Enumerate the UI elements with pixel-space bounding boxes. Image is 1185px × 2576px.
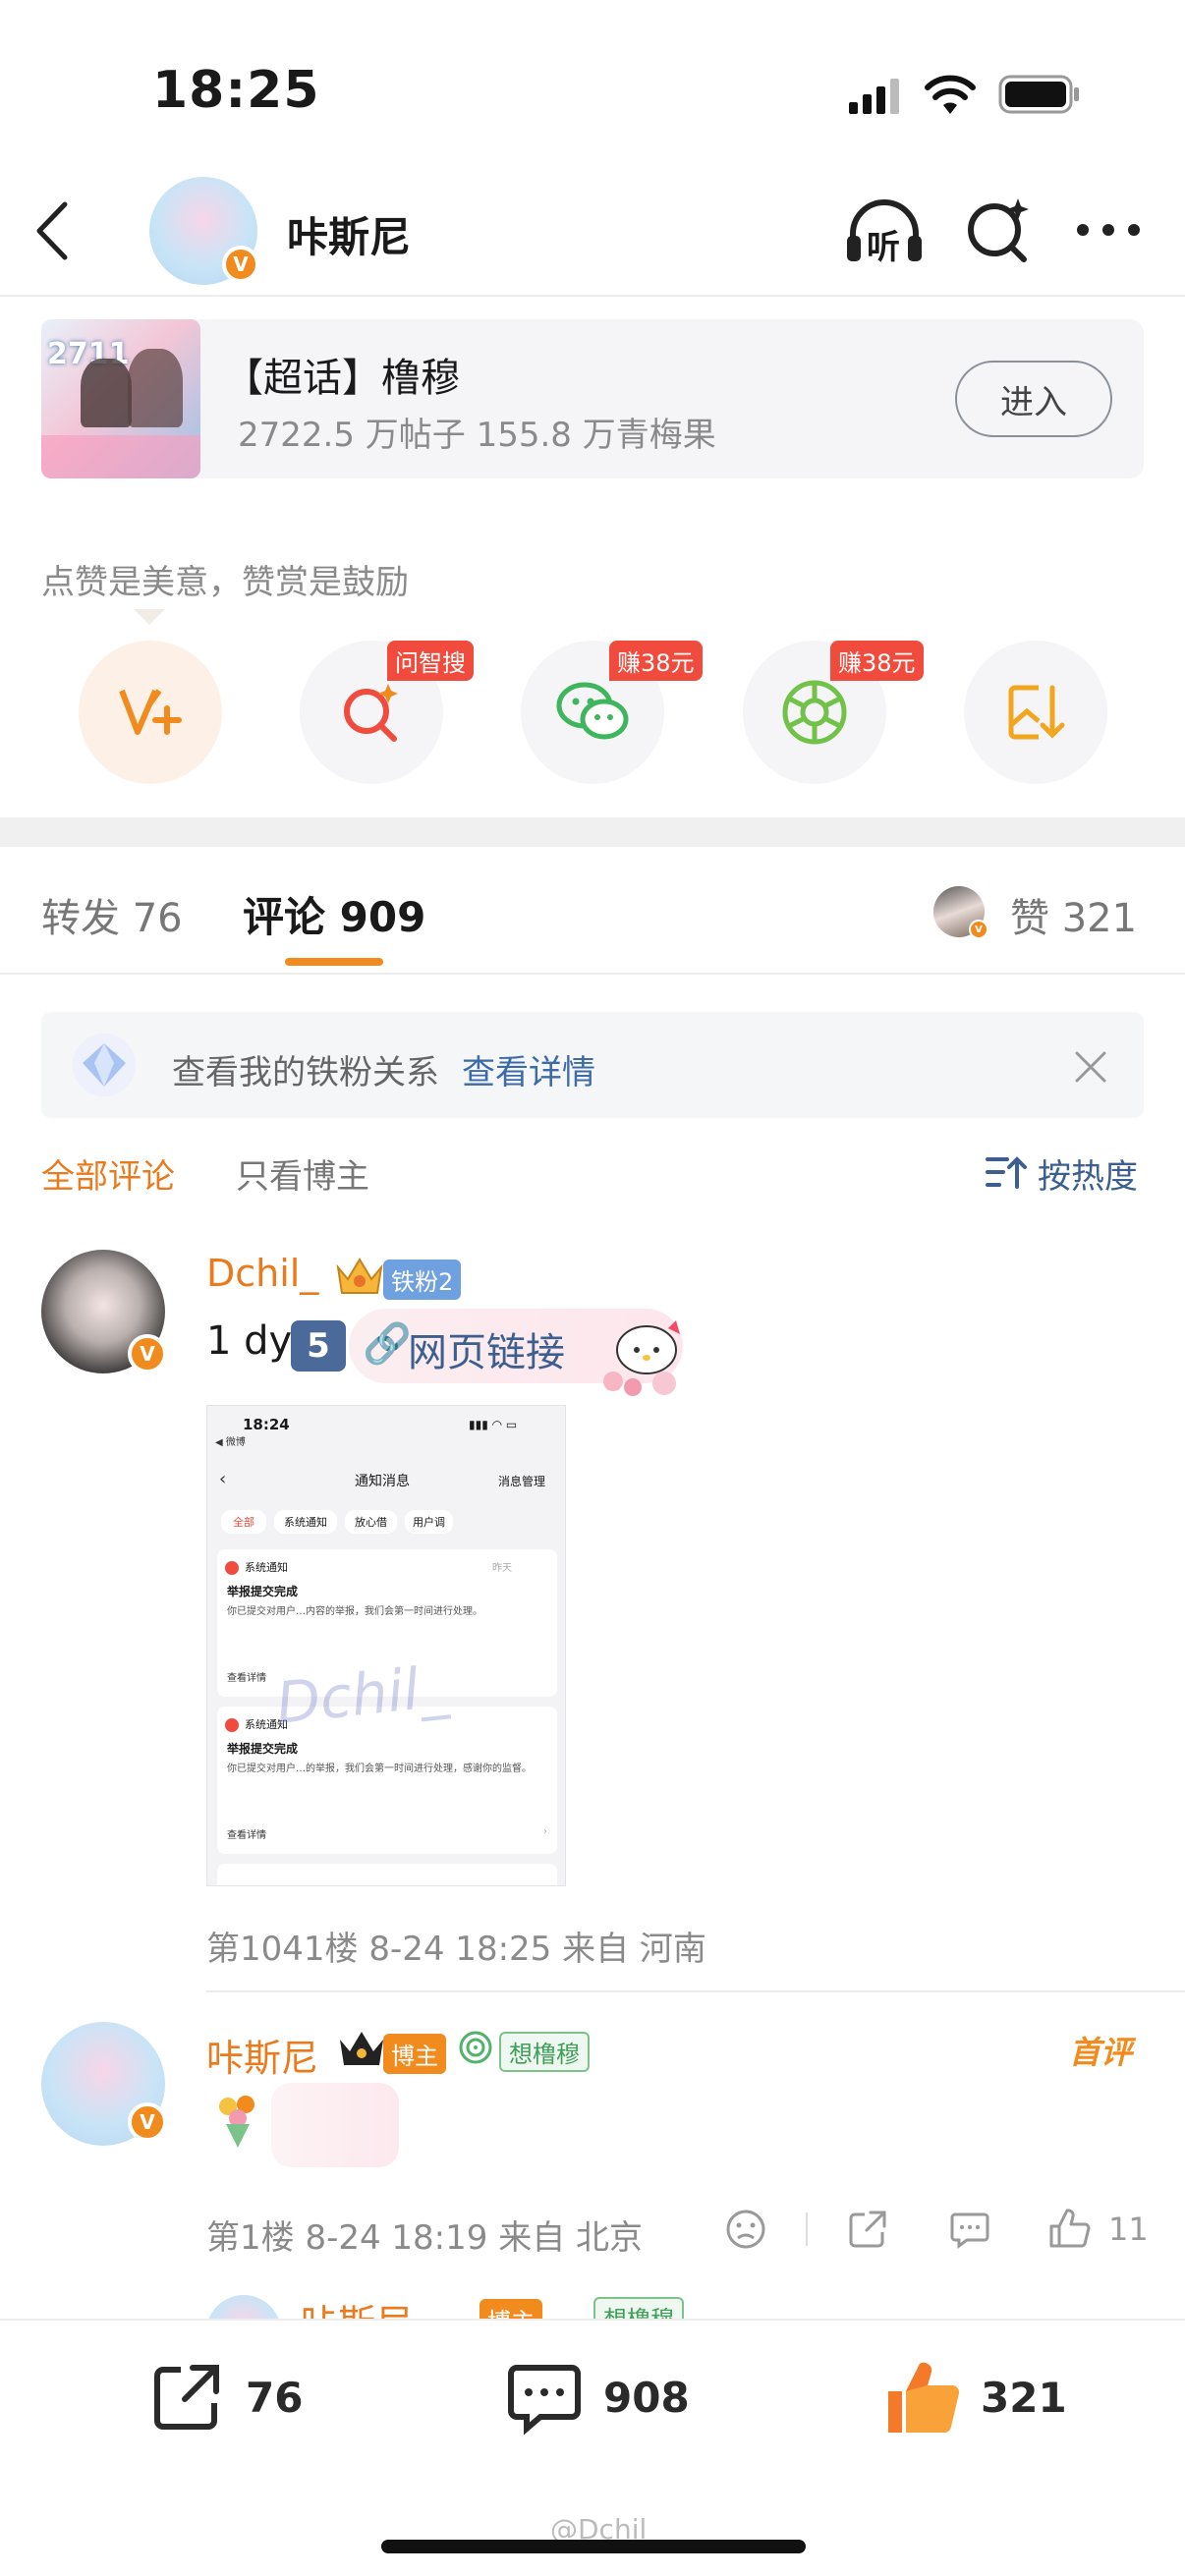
reward-tag-moments: 赚38元 <box>830 641 924 681</box>
bottom-comment-button[interactable]: 908 <box>505 2358 702 2436</box>
dislike-icon[interactable] <box>725 2209 766 2250</box>
back-button[interactable] <box>29 196 79 265</box>
topic-stats: 2722.5 万帖子 155.8 万青梅果 <box>238 416 716 455</box>
reward-prompt: 点赞是美意，赞赏是鼓励 <box>41 563 409 602</box>
web-link-text: 网页链接 <box>408 1330 565 1375</box>
first-comment-label: 首评 <box>1069 2034 1133 2071</box>
comment-image[interactable]: 18:24 ◀ 微博 ▮▮▮ ◠ ▭ ‹ 通知消息 消息管理 全部 系统通知 放… <box>206 1405 566 1886</box>
ss-signal-icon: ▮▮▮ ◠ ▭ <box>469 1418 518 1431</box>
enter-topic-button[interactable]: 进入 <box>955 361 1112 437</box>
more-options-button[interactable] <box>1073 216 1144 244</box>
commenter-avatar[interactable]: V <box>41 1250 167 1373</box>
action-separator <box>806 2212 808 2246</box>
active-tab-indicator <box>285 958 383 966</box>
ss-title: 通知消息 <box>355 1474 410 1489</box>
ss-filter-user: 用户调 <box>405 1510 453 1534</box>
tab-comment[interactable]: 评论 909 <box>243 884 425 944</box>
home-indicator[interactable] <box>381 2540 806 2553</box>
spiral-icon <box>458 2030 493 2065</box>
battery-icon <box>998 75 1081 114</box>
commenter-username[interactable]: Dchil_ <box>206 1252 318 1295</box>
commenter-username[interactable]: 咔斯尼 <box>206 2028 318 2082</box>
fan-relation-text: 查看我的铁粉关系 <box>172 1053 439 1092</box>
sort-by-hot[interactable]: 按热度 <box>1038 1149 1138 1198</box>
link-icon: 🔗 <box>363 1321 412 1367</box>
comment-text: 1 dy <box>206 1318 293 1364</box>
reply-icon[interactable] <box>949 2209 990 2250</box>
comment-divider <box>206 1990 1185 1992</box>
header-title[interactable]: 咔斯尼 <box>287 204 411 264</box>
liked-thumb-icon <box>888 2362 960 2434</box>
ai-search-button[interactable] <box>963 195 1034 265</box>
ai-search-icon <box>344 684 398 742</box>
hello-kitty-decoration-icon <box>586 1315 694 1403</box>
bottom-repost-button[interactable]: 76 <box>147 2358 305 2436</box>
moments-icon <box>782 680 847 745</box>
reward-pointer <box>134 609 165 625</box>
commenter-avatar[interactable]: V <box>41 2022 167 2146</box>
close-icon[interactable] <box>1073 1049 1108 1085</box>
bottom-like-button[interactable]: 321 <box>882 2356 1067 2438</box>
wifi-icon <box>924 73 977 116</box>
bottom-repost-count: 76 <box>246 2374 304 2422</box>
wechat-icon <box>556 682 629 740</box>
comment-meta: 第1041楼 8-24 18:25 来自 河南 <box>206 1930 706 1969</box>
header-divider <box>0 295 1185 297</box>
section-separator <box>0 817 1185 847</box>
cellular-signal-icon <box>847 77 906 116</box>
bottom-like-count: 321 <box>981 2374 1067 2422</box>
diamond-icon <box>69 1030 140 1100</box>
vplus-icon <box>119 689 182 735</box>
reward-tag-wechat: 赚38元 <box>609 641 703 681</box>
share-icon[interactable] <box>847 2209 888 2250</box>
iron-fan-badge: 铁粉2 <box>383 1260 462 1300</box>
author-crown-icon <box>336 2026 387 2069</box>
comment-meta: 第1楼 8-24 18:19 来自 北京 <box>206 2218 644 2258</box>
ss-filter-loan: 放心借 <box>345 1510 397 1534</box>
save-image-icon <box>1008 685 1065 740</box>
sort-icon <box>986 1153 1027 1191</box>
ss-back-label: ◀ 微博 <box>215 1437 246 1448</box>
crown-icon <box>334 1254 385 1297</box>
liker-avatar: V <box>933 886 988 939</box>
ss-filter-all: 全部 <box>221 1510 266 1534</box>
reward-tag-ai: 问智搜 <box>387 641 474 681</box>
ss-manage: 消息管理 <box>498 1475 546 1488</box>
comment-icon <box>508 2365 581 2436</box>
ss-card-3 <box>217 1864 557 1885</box>
verified-badge-icon: V <box>222 246 259 283</box>
ss-back-icon: ‹ <box>219 1469 227 1489</box>
topic-name[interactable]: 【超话】橹穆 <box>224 346 460 403</box>
listen-label: 听 <box>867 228 900 267</box>
next-comment-peek: 咔斯尼 博主 想橹穆 <box>0 2289 1185 2319</box>
filter-all-comments[interactable]: 全部评论 <box>41 1149 175 1198</box>
filter-author-only[interactable]: 只看博主 <box>236 1149 369 1198</box>
repost-icon <box>154 2365 219 2430</box>
tabs-divider <box>0 973 1185 975</box>
like-count: 11 <box>1108 2211 1149 2248</box>
group-badge: 想橹穆 <box>499 2032 590 2072</box>
tab-like[interactable]: 赞 321 <box>1010 886 1137 943</box>
bottom-comment-count: 908 <box>603 2374 690 2422</box>
bouquet-sticker-icon <box>206 2089 269 2152</box>
author-avatar[interactable]: V <box>149 177 259 285</box>
fan-relation-link[interactable]: 查看详情 <box>462 1045 595 1093</box>
reward-vplus-button[interactable] <box>79 641 222 784</box>
tab-repost[interactable]: 转发 76 <box>41 886 183 943</box>
like-icon[interactable] <box>1047 2207 1091 2250</box>
author-badge: 博主 <box>383 2034 446 2074</box>
listen-button[interactable]: 听 <box>843 193 926 271</box>
number-badge: 5 <box>291 1320 346 1372</box>
ss-card-2: 系统通知 举报提交完成 你已提交对用户…的举报，我们会第一时间进行处理，感谢你的… <box>217 1707 557 1854</box>
sticker-decoration <box>271 2083 399 2167</box>
ss-filter-system: 系统通知 <box>274 1510 337 1534</box>
reward-save-image-button[interactable] <box>964 641 1107 784</box>
ss-time: 18:24 <box>243 1416 290 1433</box>
topic-cover-image: 2711 <box>41 319 200 478</box>
status-time: 18:25 <box>152 61 320 120</box>
